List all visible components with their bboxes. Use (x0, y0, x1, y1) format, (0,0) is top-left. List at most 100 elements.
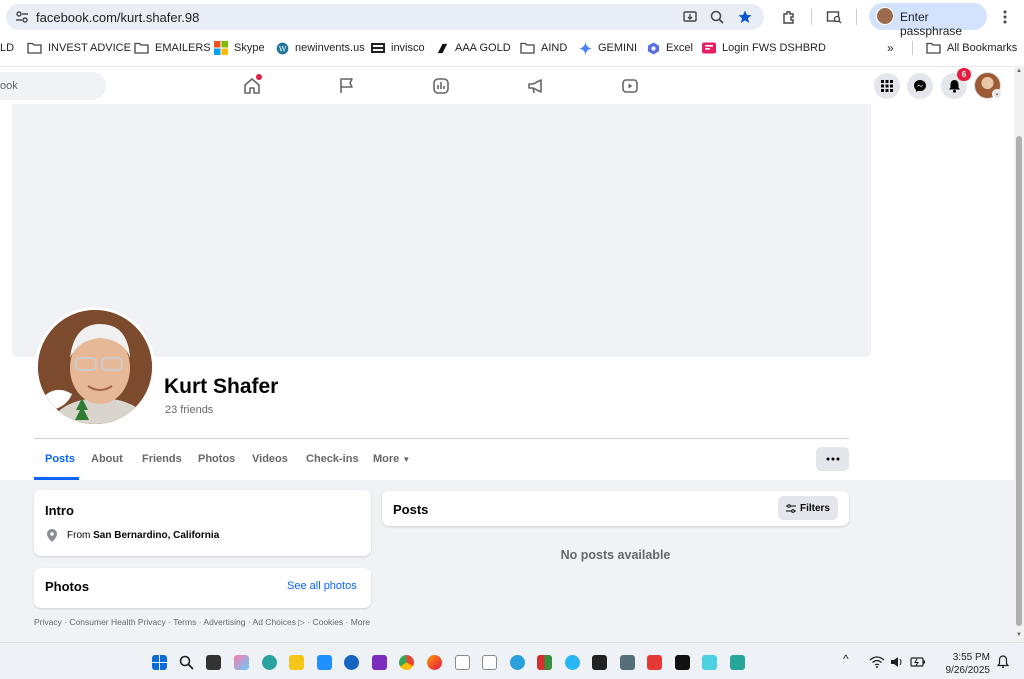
svg-text:W: W (279, 44, 287, 53)
more-bookmarks-chevron-icon[interactable]: » (887, 40, 894, 56)
from-prefix: From (67, 530, 91, 541)
scrollbar-thumb[interactable] (1016, 136, 1022, 626)
bookmark-newinvents[interactable]: W newinvents.us (276, 40, 365, 56)
app-icon[interactable] (592, 655, 607, 670)
app-icon[interactable] (647, 655, 662, 670)
app-icon[interactable] (344, 655, 359, 670)
install-app-icon[interactable] (682, 9, 698, 25)
cover-photo[interactable] (12, 104, 871, 357)
windows-start-icon[interactable] (152, 655, 167, 670)
bookmark-label: GEMINI (598, 42, 638, 54)
menu-grid-button[interactable] (874, 73, 900, 99)
bookmark-aaa-gold[interactable]: AAA GOLD (436, 40, 511, 56)
pages-flag-icon[interactable] (338, 77, 356, 95)
copilot-icon[interactable] (234, 655, 249, 670)
file-explorer-icon[interactable] (289, 655, 304, 670)
hometown-link[interactable]: San Bernardino, California (93, 530, 219, 541)
bookmark-label: AIND (541, 42, 568, 54)
profile-picture[interactable] (35, 307, 155, 427)
document-icon[interactable] (482, 655, 497, 670)
tab-friends[interactable]: Friends (142, 453, 182, 465)
wifi-icon[interactable] (869, 656, 885, 668)
folder-icon (926, 42, 941, 54)
browser-menu-icon[interactable] (999, 9, 1011, 25)
document-icon[interactable] (455, 655, 470, 670)
account-chevron-down-icon[interactable]: ⌄ (992, 89, 1002, 99)
friends-count[interactable]: 23 friends (165, 404, 213, 416)
tab-photos[interactable]: Photos (198, 453, 235, 465)
messenger-button[interactable] (907, 73, 933, 99)
app-icon[interactable] (537, 655, 552, 670)
tab-more[interactable]: More ▼ (373, 453, 410, 465)
app-icon[interactable] (730, 655, 745, 670)
scroll-up-arrow-icon[interactable]: ▲ (1016, 68, 1022, 74)
zoom-icon[interactable] (709, 9, 725, 25)
toolbar-divider (856, 9, 857, 25)
tab-check-ins[interactable]: Check-ins (306, 453, 359, 465)
bookmark-aind[interactable]: AIND (520, 40, 567, 56)
tray-chevron-up-icon[interactable]: ^ (843, 652, 849, 666)
filter-sliders-icon (785, 503, 796, 513)
bookmark-invest-advice[interactable]: INVEST ADVICE (27, 40, 131, 56)
site-info-icon[interactable] (14, 9, 30, 25)
no-posts-message: No posts available (560, 548, 671, 562)
app-icon[interactable] (372, 655, 387, 670)
profile-more-options-button[interactable] (816, 447, 849, 471)
edge-icon[interactable] (262, 655, 277, 670)
bookmark-login-fws[interactable]: Login FWS DSHBRD (702, 40, 826, 56)
notification-center-icon[interactable] (997, 655, 1009, 669)
folder-icon (27, 42, 42, 54)
bookmark-label: Login FWS DSHBRD (722, 42, 826, 54)
tab-posts[interactable]: Posts (45, 453, 75, 465)
tab-videos[interactable]: Videos (252, 453, 288, 465)
address-bar[interactable]: facebook.com/kurt.shafer.98 (6, 4, 764, 30)
tab-search-icon[interactable] (826, 9, 842, 25)
bookmark-star-icon[interactable] (737, 9, 753, 25)
footer-links[interactable]: Privacy · Consumer Health Privacy · Term… (34, 617, 374, 628)
capcut-icon[interactable] (675, 655, 690, 670)
intro-title: Intro (45, 503, 74, 518)
tab-about[interactable]: About (91, 453, 123, 465)
task-view-icon[interactable] (206, 655, 221, 670)
system-clock[interactable]: 3:55 PM 9/26/2025 (930, 651, 991, 677)
bookmark-label: AAA GOLD (455, 42, 511, 54)
camera-icon[interactable] (620, 655, 635, 670)
firefox-icon[interactable] (427, 655, 442, 670)
profile-passphrase-button[interactable]: Enter passphrase (869, 3, 987, 38)
bookmark-label: EMAILERS (155, 42, 211, 54)
bookmark-label: LD (0, 42, 15, 54)
clock-time: 3:55 PM (952, 652, 990, 663)
bookmark-invisco[interactable]: invisco (371, 40, 425, 56)
location-pin-icon (47, 529, 57, 542)
volume-icon[interactable] (890, 656, 904, 668)
chrome-icon[interactable] (399, 655, 414, 670)
gemini-icon (579, 41, 592, 55)
dashboard-icon[interactable] (432, 77, 450, 95)
all-bookmarks[interactable]: All Bookmarks (926, 40, 1017, 56)
extensions-icon[interactable] (781, 9, 797, 25)
invisco-icon (371, 43, 385, 53)
bookmark-ld[interactable]: LD (0, 40, 14, 56)
page-scrollbar[interactable]: ▲ ▼ (1014, 66, 1024, 642)
bookmark-emailers[interactable]: EMAILERS (134, 40, 211, 56)
caret-down-icon: ▼ (402, 455, 411, 464)
store-icon[interactable] (317, 655, 332, 670)
facebook-search-input[interactable]: ook (0, 72, 106, 100)
see-all-photos-link[interactable]: See all photos (287, 580, 357, 592)
scroll-down-arrow-icon[interactable]: ▼ (1016, 632, 1022, 638)
url-text[interactable]: facebook.com/kurt.shafer.98 (36, 10, 199, 25)
search-placeholder: ook (0, 80, 18, 92)
ads-megaphone-icon[interactable] (527, 77, 545, 95)
telegram-icon[interactable] (510, 655, 525, 670)
video-icon[interactable] (621, 77, 639, 95)
ellipsis-icon (826, 457, 839, 461)
photos-card: Photos See all photos (34, 568, 371, 608)
bookmark-gemini[interactable]: GEMINI (579, 40, 637, 56)
app-icon[interactable] (565, 655, 580, 670)
app-icon[interactable] (702, 655, 717, 670)
bookmark-skype[interactable]: Skype (214, 40, 265, 56)
search-icon[interactable] (179, 655, 194, 670)
battery-icon[interactable] (910, 656, 926, 668)
bookmark-excel[interactable]: Excel (647, 40, 693, 56)
filters-button[interactable]: Filters (778, 496, 838, 520)
